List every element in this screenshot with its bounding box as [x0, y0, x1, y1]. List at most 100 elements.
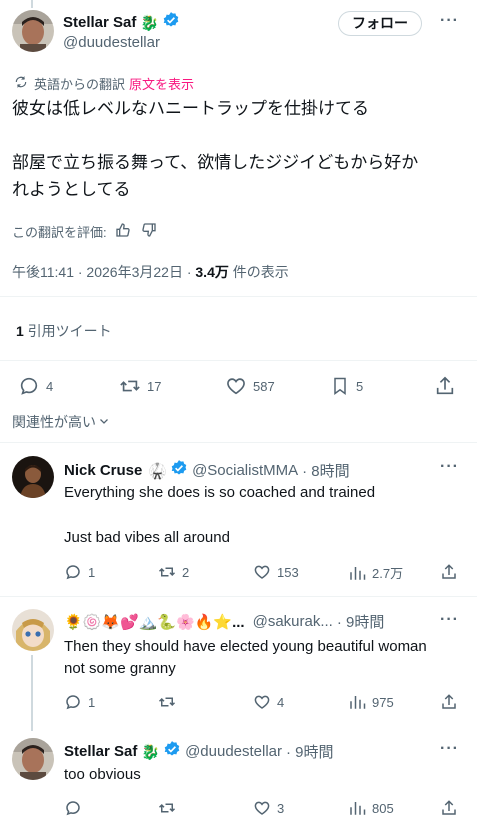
author-handle[interactable]: @sakurak... [253, 613, 333, 630]
thread-line-top [31, 0, 33, 8]
follow-button[interactable]: フォロー [338, 11, 422, 36]
sort-dropdown[interactable]: 関連性が高い [12, 412, 110, 432]
views-icon [348, 693, 372, 711]
tweet-text-line-1: 彼女は低レベルなハニートラップを仕掛けてる [12, 99, 369, 118]
chevron-down-icon [98, 414, 110, 430]
reply-button[interactable] [64, 799, 88, 817]
author-name[interactable]: Stellar Saf [63, 14, 136, 31]
retweet-count: 17 [147, 378, 162, 394]
translate-icon [14, 75, 28, 92]
reply-icon [64, 563, 88, 581]
reply-icon [64, 799, 88, 817]
heart-icon [225, 375, 253, 397]
share-icon [434, 375, 462, 397]
sort-label: 関連性が高い [12, 414, 96, 430]
views-count: 3.4万 [195, 264, 229, 280]
tweet-text-line-2: 部屋で立ち振る舞って、欲情したジジイどもから好か [12, 153, 419, 172]
author-name[interactable]: Stellar Saf [64, 743, 137, 760]
views-button[interactable]: 805 [348, 799, 394, 817]
reply-text-line-2: not some granny [64, 660, 176, 677]
verified-badge-icon [170, 459, 188, 482]
quote-label: 引用ツイート [23, 323, 112, 339]
avatar[interactable] [12, 456, 54, 498]
thumbs-down-icon[interactable] [141, 222, 157, 241]
reply-button[interactable]: 4 [18, 375, 53, 397]
reply-text-line-1: Then they should have elected young beau… [64, 638, 427, 655]
views-count: 2.7万 [372, 566, 404, 581]
avatar[interactable] [12, 609, 54, 651]
share-icon [440, 799, 464, 817]
avatar[interactable] [12, 10, 54, 52]
quote-count: 1 [16, 323, 24, 339]
views-button[interactable]: 975 [348, 693, 394, 711]
bookmark-icon [330, 375, 356, 397]
like-button[interactable]: 3 [253, 799, 284, 817]
author-handle[interactable]: @duudestellar [63, 34, 160, 51]
views-icon [348, 564, 372, 582]
more-options-icon[interactable]: ··· [440, 12, 459, 30]
more-options-icon[interactable]: ··· [440, 611, 459, 629]
tweet-text-line-3: れようとしてる [12, 180, 131, 199]
verified-badge-icon [163, 740, 181, 763]
author-name[interactable]: Nick Cruse [64, 462, 142, 479]
retweet-icon [158, 693, 182, 711]
views-icon [348, 799, 372, 817]
views-label: 件の表示 [228, 264, 289, 280]
heart-icon [253, 563, 277, 581]
like-button[interactable]: 587 [225, 375, 275, 397]
show-original-link[interactable]: 原文を表示 [129, 74, 194, 93]
reply-count: 4 [46, 378, 54, 394]
views-count: 805 [372, 800, 394, 816]
retweet-button[interactable]: 17 [119, 375, 161, 397]
like-count: 4 [277, 694, 285, 710]
rate-translation-label: この翻訳を評価: [12, 225, 107, 240]
author-emoji: 🥋 [148, 462, 168, 480]
divider [0, 596, 477, 597]
reply-count: 1 [88, 694, 96, 710]
retweet-button[interactable] [158, 799, 182, 817]
divider [0, 442, 477, 443]
share-icon [440, 563, 464, 581]
verified-badge-icon [162, 11, 180, 34]
author-handle[interactable]: @SocialistMMA [192, 462, 298, 479]
thread-line [31, 655, 33, 731]
author-handle[interactable]: @duudestellar [185, 743, 282, 760]
more-options-icon[interactable]: ··· [440, 740, 459, 758]
reply-icon [18, 375, 46, 397]
reply-text-line-1: Everything she does is so coached and tr… [64, 484, 376, 501]
quote-tweets-link[interactable]: 1 引用ツイート [16, 321, 112, 341]
tweet-time[interactable]: · 9時間 [337, 611, 385, 632]
timestamp[interactable]: 午後11:41 · 2026年3月22日 · [12, 264, 195, 280]
like-count: 153 [277, 564, 299, 580]
tweet-time[interactable]: · 8時間 [302, 460, 350, 481]
retweet-button[interactable] [158, 693, 182, 711]
tweet-time[interactable]: · 9時間 [286, 741, 334, 762]
translated-from-label: 英語からの翻訳 [34, 77, 126, 92]
share-button[interactable] [440, 563, 464, 581]
share-button[interactable] [434, 375, 462, 397]
avatar[interactable] [12, 738, 54, 780]
like-button[interactable]: 4 [253, 693, 284, 711]
views-button[interactable]: 2.7万 [348, 563, 403, 582]
bookmark-count: 5 [356, 378, 364, 394]
divider [0, 296, 477, 297]
share-button[interactable] [440, 799, 464, 817]
divider [0, 360, 477, 361]
author-name[interactable]: 🌻🍥🦊💕🏔️🐍🌸🔥⭐... [64, 613, 245, 631]
reply-button[interactable]: 1 [64, 563, 95, 581]
reply-count: 1 [88, 564, 96, 580]
like-button[interactable]: 153 [253, 563, 299, 581]
retweet-icon [119, 375, 147, 397]
retweet-icon [158, 799, 182, 817]
reply-text-line-2: Just bad vibes all around [64, 529, 230, 546]
retweet-button[interactable]: 2 [158, 563, 189, 581]
bookmark-button[interactable]: 5 [330, 375, 363, 397]
thumbs-up-icon[interactable] [115, 222, 131, 241]
reply-button[interactable]: 1 [64, 693, 95, 711]
share-button[interactable] [440, 693, 464, 711]
views-count: 975 [372, 694, 394, 710]
like-count: 3 [277, 800, 285, 816]
reply-icon [64, 693, 88, 711]
author-emoji: 🐉 [141, 743, 161, 761]
more-options-icon[interactable]: ··· [440, 458, 459, 476]
